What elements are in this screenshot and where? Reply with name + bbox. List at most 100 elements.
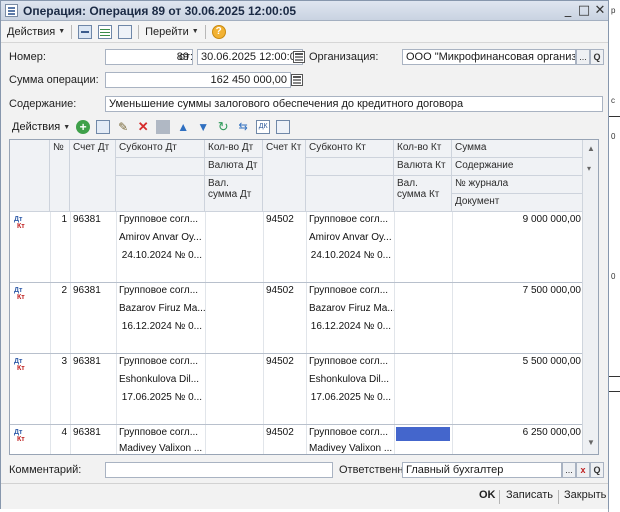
move-down-icon[interactable]: ▼: [196, 120, 210, 134]
header-cur-kt[interactable]: Валюта Кт: [394, 158, 452, 176]
header-document[interactable]: Документ: [452, 194, 584, 212]
save-button[interactable]: Записать: [506, 489, 553, 501]
comment-input[interactable]: [105, 462, 333, 478]
header-qty-dt[interactable]: Кол-во Дт: [205, 140, 263, 158]
grid-actions-menu[interactable]: Действия ▼: [9, 121, 73, 133]
entries-grid[interactable]: № Счет Дт Субконто Дт Кол-во Дт Валюта Д…: [9, 139, 599, 455]
row-acc-kt[interactable]: 94502: [263, 354, 306, 372]
row-amount[interactable]: 9 000 000,00: [452, 212, 584, 230]
date-input[interactable]: 30.06.2025 12:00:05: [197, 49, 303, 65]
bg-fragment: 0: [611, 132, 616, 141]
header-sub-dt-3: [116, 176, 205, 212]
row-sub-dt-1[interactable]: Групповое согл...: [116, 283, 205, 301]
row-sub-dt-2[interactable]: Madivey Valixon ...: [116, 441, 205, 454]
row-sub-kt-2[interactable]: Amirov Anvar Oy...: [306, 230, 394, 248]
row-amount[interactable]: 5 500 000,00: [452, 354, 584, 372]
goto-menu[interactable]: Перейти ▼: [142, 23, 202, 41]
row-sub-kt-1[interactable]: Групповое согл...: [306, 354, 394, 372]
organization-input[interactable]: ООО "Микрофинансовая организац: [402, 49, 576, 65]
row-sub-dt-3[interactable]: 24.10.2024 № 0...: [116, 248, 205, 266]
row-sub-dt-1[interactable]: Групповое согл...: [116, 212, 205, 230]
row-amount[interactable]: 6 250 000,00: [452, 425, 584, 443]
bg-fragment: с: [611, 96, 615, 105]
row-acc-kt[interactable]: 94502: [263, 283, 306, 301]
document-icon: [5, 4, 18, 17]
movements-button[interactable]: [95, 23, 115, 41]
amount-input[interactable]: 162 450 000,00: [105, 72, 291, 88]
clear-icon[interactable]: x: [576, 462, 590, 478]
row-sub-kt-1[interactable]: Групповое согл...: [306, 283, 394, 301]
row-acc-dt[interactable]: 96381: [70, 425, 116, 443]
scroll-down-icon[interactable]: ▼: [587, 438, 595, 447]
row-acc-dt[interactable]: 96381: [70, 212, 116, 230]
header-acc-dt[interactable]: Счет Дт: [70, 140, 116, 212]
move-up-icon[interactable]: ▲: [176, 120, 190, 134]
calculator-icon[interactable]: [291, 74, 303, 86]
header-acc-kt[interactable]: Счет Кт: [263, 140, 306, 212]
help-button[interactable]: ?: [209, 23, 229, 41]
row-sub-dt-2[interactable]: Eshonkulova Dil...: [116, 372, 205, 390]
close-button[interactable]: ✕: [592, 3, 608, 18]
row-sub-kt-3[interactable]: 16.12.2024 № 0...: [306, 319, 394, 337]
copy-row-icon[interactable]: [96, 120, 111, 134]
responsible-input[interactable]: Главный бухгалтер: [402, 462, 562, 478]
calendar-icon[interactable]: [293, 51, 305, 63]
copy-icon: [118, 24, 133, 39]
header-amount[interactable]: Сумма: [452, 140, 584, 158]
header-sub-dt[interactable]: Субконто Дт: [116, 140, 205, 158]
organization-select-button[interactable]: ...: [576, 49, 590, 65]
number-label: Номер:: [9, 51, 46, 63]
row-sub-dt-2[interactable]: Amirov Anvar Oy...: [116, 230, 205, 248]
scroll-collapse-icon[interactable]: ▾: [587, 164, 591, 173]
row-sub-kt-3[interactable]: 17.06.2025 № 0...: [306, 390, 394, 408]
maximize-button[interactable]: □: [576, 3, 592, 18]
row-sub-kt-3[interactable]: 24.10.2024 № 0...: [306, 248, 394, 266]
header-qty-kt[interactable]: Кол-во Кт: [394, 140, 452, 158]
search-icon[interactable]: Q: [590, 49, 604, 65]
header-sub-kt[interactable]: Субконто Кт: [306, 140, 394, 158]
post-button[interactable]: [75, 23, 95, 41]
copy-button[interactable]: [115, 23, 135, 41]
close-form-button[interactable]: Закрыть: [564, 489, 606, 501]
content-input[interactable]: Уменьшение суммы залогового обеспечения …: [105, 96, 603, 112]
responsible-select-button[interactable]: ...: [562, 462, 576, 478]
header-cur-dt[interactable]: Валюта Дт: [205, 158, 263, 176]
refresh-icon[interactable]: ↻: [216, 120, 230, 134]
row-acc-dt[interactable]: 96381: [70, 283, 116, 301]
header-num[interactable]: №: [50, 140, 70, 212]
selected-cell[interactable]: [396, 427, 450, 441]
row-sub-dt-3[interactable]: 16.12.2024 № 0...: [116, 319, 205, 337]
row-sub-kt-2[interactable]: Bazarov Firuz Ma...: [306, 301, 394, 319]
header-mark: [10, 140, 50, 212]
delete-row-icon[interactable]: ✕: [136, 120, 150, 134]
edit-row-icon[interactable]: ✎: [116, 120, 130, 134]
row-sub-kt-1[interactable]: Групповое согл...: [306, 212, 394, 230]
title-bar[interactable]: Операция: Операция 89 от 30.06.2025 12:0…: [1, 1, 608, 21]
header-cur-sum-dt[interactable]: Вал. сумма Дт: [205, 176, 263, 212]
row-sub-kt-2[interactable]: Eshonkulova Dil...: [306, 372, 394, 390]
end-edit-icon[interactable]: [156, 120, 171, 134]
row-acc-kt[interactable]: 94502: [263, 425, 306, 443]
header-journal[interactable]: № журнала: [452, 176, 584, 194]
comment-label: Комментарий:: [9, 464, 82, 476]
row-acc-kt[interactable]: 94502: [263, 212, 306, 230]
row-amount[interactable]: 7 500 000,00: [452, 283, 584, 301]
header-cur-sum-kt[interactable]: Вал. сумма Кт: [394, 176, 452, 212]
ok-button[interactable]: OK: [479, 489, 496, 501]
row-sub-dt-1[interactable]: Групповое согл...: [116, 354, 205, 372]
minimize-button[interactable]: _: [560, 3, 576, 18]
swap-icon[interactable]: ⇆: [236, 120, 250, 134]
header-content[interactable]: Содержание: [452, 158, 584, 176]
print-icon[interactable]: [276, 120, 291, 134]
search-icon[interactable]: Q: [590, 462, 604, 478]
grid-scrollbar[interactable]: ▲ ▾ ▼: [582, 140, 598, 454]
row-acc-dt[interactable]: 96381: [70, 354, 116, 372]
row-sub-dt-3[interactable]: 17.06.2025 № 0...: [116, 390, 205, 408]
entry-type-icon: Дт Кт: [14, 358, 25, 372]
row-sub-kt-2[interactable]: Madivey Valixon ...: [306, 441, 394, 454]
actions-menu[interactable]: Действия ▼: [4, 23, 68, 41]
row-sub-dt-2[interactable]: Bazarov Firuz Ma...: [116, 301, 205, 319]
scroll-up-icon[interactable]: ▲: [587, 144, 595, 153]
dtkt-table-icon[interactable]: ДК: [256, 120, 271, 134]
add-row-icon[interactable]: +: [76, 120, 91, 134]
